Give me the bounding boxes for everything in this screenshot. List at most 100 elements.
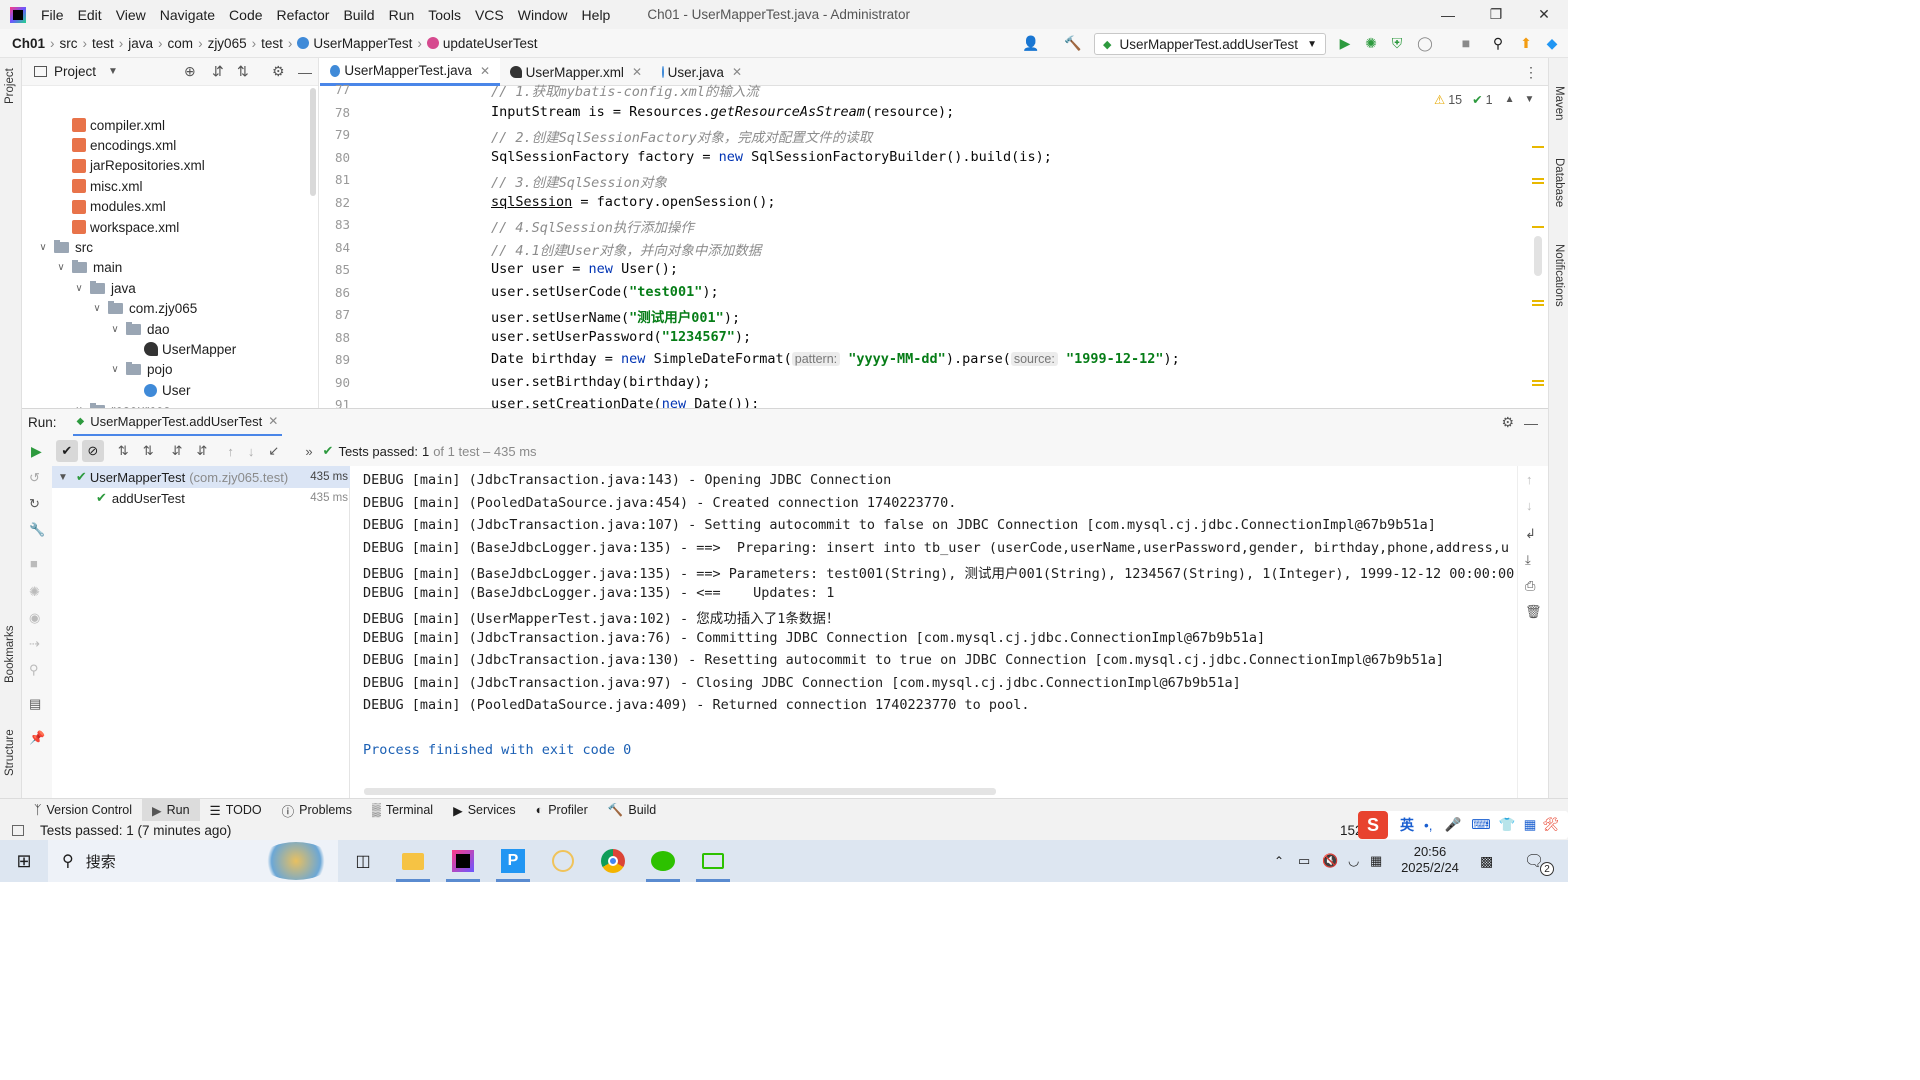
show-passed-icon[interactable]: ✔	[55, 440, 78, 462]
warning-marker[interactable]	[1532, 380, 1544, 382]
run-configuration-select[interactable]: ◆ UserMapperTest.addUserTest ▼	[1094, 33, 1326, 55]
minimize-icon[interactable]: —	[1424, 0, 1472, 29]
camera-icon[interactable]: ◉	[29, 610, 40, 626]
editor-scrollbar[interactable]	[1534, 236, 1542, 276]
arrow-up-icon[interactable]: ↑	[227, 444, 234, 459]
bookmarks-tool-tab[interactable]: Bookmarks	[4, 625, 16, 683]
toolbox-icon[interactable]: 🛠	[1542, 817, 1559, 833]
profiler-icon[interactable]: ◯	[1417, 35, 1433, 51]
skin-icon[interactable]: 👕	[1499, 817, 1516, 833]
file-explorer-icon[interactable]	[388, 840, 438, 882]
run-tab[interactable]: ◆ UserMapperTest.addUserTest ✕	[72, 409, 283, 437]
line-number[interactable]: 80	[320, 150, 350, 165]
chevron-down-icon[interactable]: ▼	[58, 472, 68, 483]
tree-item[interactable]: ∨ java	[72, 278, 136, 298]
collapse-all-icon[interactable]: ⇅	[237, 63, 249, 80]
battery-icon[interactable]: ▭	[1298, 853, 1310, 869]
rerun-icon[interactable]: ▶	[31, 443, 42, 460]
tree-item[interactable]: ∨ pojo	[108, 360, 173, 380]
line-number[interactable]: 90	[320, 375, 350, 390]
line-number[interactable]: 89	[320, 352, 350, 367]
tool-tab-terminal[interactable]: ▒ Terminal	[362, 799, 443, 822]
tool-tab-version-control[interactable]: ᛉ Version Control	[24, 799, 142, 822]
notifications-tool-tab[interactable]: Notifications	[1553, 244, 1565, 307]
structure-tool-tab[interactable]: Structure	[4, 729, 16, 776]
history-icon[interactable]: ↺	[29, 470, 40, 486]
intellij-logo-icon[interactable]	[10, 6, 26, 23]
expand-all-icon[interactable]: ⇵	[172, 443, 183, 459]
chevron-down-icon[interactable]: ∨	[108, 364, 122, 375]
close-tab-icon[interactable]: ✕	[732, 65, 742, 79]
punctuation-icon[interactable]: •,	[1424, 818, 1432, 833]
crumb-java[interactable]: java	[128, 36, 153, 51]
menu-help[interactable]: Help	[575, 7, 618, 23]
database-tool-tab[interactable]: Database	[1553, 158, 1565, 207]
restore-icon[interactable]: ❐	[1472, 0, 1520, 29]
gear-icon[interactable]: ⚙	[272, 63, 285, 80]
line-number[interactable]: 77	[320, 82, 350, 97]
tree-item[interactable]: jarRepositories.xml	[72, 156, 205, 176]
line-number[interactable]: 86	[320, 285, 350, 300]
tool-tab-build[interactable]: 🔨 Build	[598, 799, 666, 822]
debug-icon[interactable]: ✺	[29, 584, 40, 600]
maven-tool-tab[interactable]: Maven	[1553, 86, 1565, 121]
login-icon[interactable]: ⇢	[29, 636, 40, 652]
microphone-icon[interactable]: 🎤	[1444, 817, 1461, 833]
volume-muted-icon[interactable]: 🔇	[1322, 853, 1338, 869]
tree-item[interactable]: ∨ main	[54, 258, 122, 278]
chevron-down-icon[interactable]: ∨	[36, 242, 50, 253]
arrow-down-icon[interactable]: ↓	[248, 444, 255, 459]
warning-marker[interactable]	[1532, 178, 1544, 180]
tree-item[interactable]: encodings.xml	[72, 135, 176, 155]
tool-tab-profiler[interactable]: ◐ Profiler	[526, 799, 598, 822]
tool-tab-services[interactable]: ▶ Services	[443, 799, 526, 822]
line-number[interactable]: 78	[320, 105, 350, 120]
menu-run[interactable]: Run	[382, 7, 422, 23]
wechat-icon[interactable]	[638, 840, 688, 882]
expand-all-icon[interactable]: ⇵	[212, 63, 224, 80]
wrench-icon[interactable]: 🔧	[29, 522, 45, 538]
menu-window[interactable]: Window	[511, 7, 575, 23]
search-icon[interactable]: ⚲	[1490, 35, 1506, 51]
menu-build[interactable]: Build	[336, 7, 381, 23]
arrow-up-icon[interactable]: ↑	[1526, 472, 1533, 487]
warning-marker[interactable]	[1532, 226, 1544, 228]
clock[interactable]: 20:56 2025/2/24	[1392, 844, 1468, 876]
line-number[interactable]: 82	[320, 195, 350, 210]
chevron-down-icon[interactable]: ∨	[54, 262, 68, 273]
tree-item[interactable]: workspace.xml	[72, 217, 179, 237]
apps-grid-icon[interactable]: ▦	[1524, 817, 1537, 833]
locate-icon[interactable]: ⊕	[184, 63, 196, 80]
crumb-project[interactable]: Ch01	[12, 36, 45, 51]
scroll-to-end-icon[interactable]: ⤓	[1525, 552, 1531, 568]
pycharm-icon[interactable]: P	[488, 840, 538, 882]
pin-icon[interactable]: 📌	[29, 730, 45, 746]
line-number[interactable]: 87	[320, 307, 350, 322]
crumb-zjy065[interactable]: zjy065	[208, 36, 247, 51]
crumb-method[interactable]: updateUserTest	[443, 36, 538, 51]
rerun-failed-icon[interactable]: ↻	[29, 496, 40, 512]
sort-duration-icon[interactable]: ⇅	[143, 443, 154, 459]
console-output[interactable]: DEBUG [main] (JdbcTransaction.java:143) …	[351, 466, 1517, 798]
show-ignored-icon[interactable]: ⊘	[81, 440, 104, 462]
arrow-down-icon[interactable]: ↓	[1526, 498, 1533, 513]
menu-navigate[interactable]: Navigate	[153, 7, 222, 23]
line-number[interactable]: 81	[320, 172, 350, 187]
layout-toggle-icon[interactable]	[12, 825, 24, 836]
taskbar-search[interactable]: ⚲ 搜索	[48, 840, 338, 882]
chevron-down-icon[interactable]: ∨	[108, 324, 122, 335]
stop-icon[interactable]: ■	[30, 556, 38, 571]
user-icon[interactable]: 👤	[1022, 35, 1039, 51]
menu-view[interactable]: View	[109, 7, 153, 23]
line-number[interactable]: 88	[320, 330, 350, 345]
chevron-down-icon[interactable]: ▼	[108, 66, 118, 77]
crumb-com[interactable]: com	[168, 36, 194, 51]
gear-icon[interactable]: ⚙	[1501, 414, 1514, 431]
keyboard-icon[interactable]: ⌨	[1471, 817, 1491, 833]
trash-icon[interactable]: 🗑	[1525, 604, 1542, 620]
menu-vcs[interactable]: VCS	[468, 7, 511, 23]
crumb-class[interactable]: UserMapperTest	[313, 36, 412, 51]
tree-item[interactable]: compiler.xml	[72, 115, 165, 135]
line-number[interactable]: 84	[320, 240, 350, 255]
menu-code[interactable]: Code	[222, 7, 269, 23]
